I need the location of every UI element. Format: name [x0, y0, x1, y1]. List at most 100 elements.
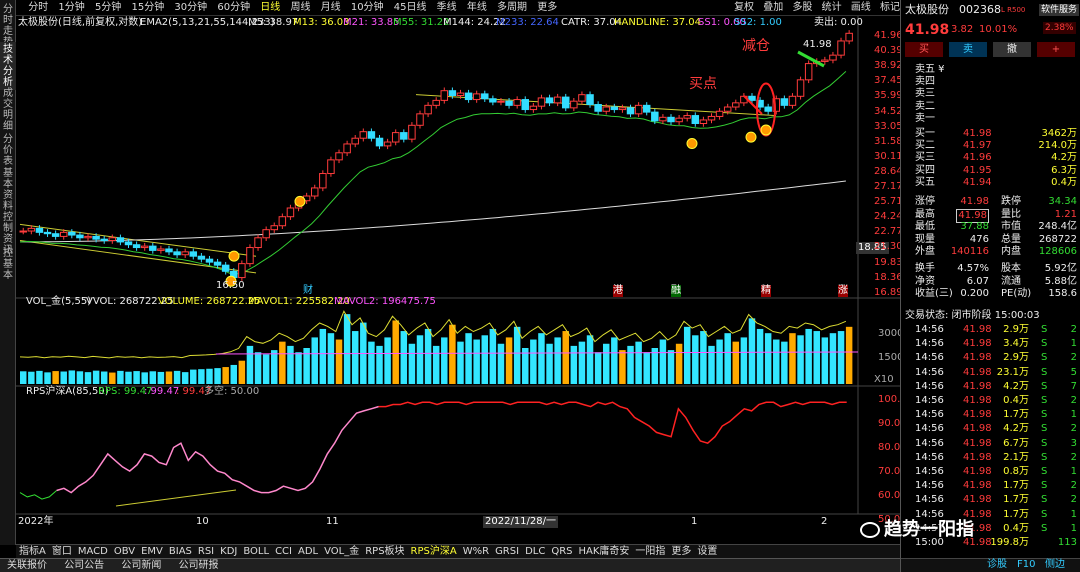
candle-body — [780, 98, 789, 106]
volume-bar — [84, 372, 92, 384]
period-tab[interactable]: 15分钟 — [132, 0, 165, 16]
candle-body — [634, 104, 643, 115]
volume-bar — [133, 371, 140, 384]
indicator-tab[interactable]: CCI — [272, 545, 295, 558]
volume-bar — [295, 352, 302, 384]
volume-bar — [708, 345, 715, 384]
indicator-tab[interactable]: W%R — [460, 545, 492, 558]
indicator-tab[interactable]: QRS — [548, 545, 575, 558]
stat-value: 0.200 — [960, 288, 989, 300]
period-tab[interactable]: 5分钟 — [95, 0, 121, 16]
f10-link[interactable]: F10 — [1017, 559, 1035, 571]
period-tab[interactable]: 多周期 — [497, 0, 527, 16]
period-tab[interactable]: 60分钟 — [217, 0, 250, 16]
sidebar-link[interactable]: 侧边 — [1045, 559, 1065, 571]
period-tab[interactable]: 1分钟 — [58, 0, 84, 16]
tab-technical[interactable]: 技术分析 — [0, 42, 16, 90]
tab-trades[interactable]: 成交明细 — [0, 86, 16, 134]
period-tab[interactable]: 年线 — [467, 0, 487, 16]
indicator-tab[interactable]: RPS沪深A — [408, 545, 460, 558]
tool-stats-button[interactable]: 统计 — [822, 0, 842, 16]
stat-value: 158.6 — [1048, 288, 1077, 300]
add-button[interactable]: + — [1037, 42, 1075, 57]
candle-body — [375, 137, 384, 147]
indicator-tab[interactable]: BOLL — [240, 545, 272, 558]
indicator-tab[interactable]: HAK庸奇安 — [576, 545, 633, 558]
tab-profile[interactable]: 基本资料 — [0, 166, 16, 214]
tick-side: S — [1041, 466, 1048, 477]
status-bar: 关联报价 公司公告 公司新闻 公司研报 — [0, 558, 900, 572]
candle-body — [238, 263, 246, 279]
tab-basic[interactable]: 控基本 — [0, 246, 16, 283]
legend-m13: M13: 36.03 — [293, 17, 350, 28]
period-tab[interactable]: 更多 — [537, 0, 557, 16]
indicator-tab[interactable]: 指标A — [16, 545, 49, 558]
indicator-tab[interactable]: 更多 — [668, 545, 694, 558]
tab-price-table[interactable]: 分价表 — [0, 132, 16, 169]
price-axis-label: 18.36 — [874, 271, 903, 283]
period-tab[interactable]: 周线 — [290, 0, 310, 16]
volume-bar — [667, 350, 675, 384]
volume-bar — [424, 328, 432, 384]
volume-bar — [351, 331, 359, 384]
sell-level: 卖三 — [901, 88, 1080, 100]
tool-adjust-button[interactable]: 复权 — [734, 0, 754, 16]
sell-level: 卖四 — [901, 76, 1080, 88]
tool-multi-button[interactable]: 多股 — [792, 0, 812, 16]
indicator-tab[interactable]: BIAS — [166, 545, 195, 558]
period-tab[interactable]: 45日线 — [394, 0, 427, 16]
volume-bar — [181, 372, 189, 384]
indicator-tab[interactable]: DLC — [522, 545, 548, 558]
sector-name[interactable]: 软件服务 — [1039, 4, 1080, 16]
period-tab-daily[interactable]: 日线 — [260, 0, 280, 16]
volume-bar — [683, 326, 691, 384]
status-link[interactable]: 关联报价 — [0, 559, 54, 572]
candle-body — [76, 234, 84, 239]
period-tab[interactable]: 月线 — [321, 0, 341, 16]
cancel-button[interactable]: 撤 — [993, 42, 1031, 57]
indicator-tab[interactable]: MACD — [75, 545, 111, 558]
stat-value: 5.88亿 — [1044, 275, 1077, 287]
indicator-tab[interactable]: GRSI — [492, 545, 522, 558]
candle-body — [529, 105, 538, 111]
tick-price: 41.98 — [963, 352, 992, 364]
indicator-tab[interactable]: KDJ — [217, 545, 240, 558]
indicator-tab[interactable]: 设置 — [694, 545, 720, 558]
tick-count: 7 — [1070, 380, 1077, 392]
period-tab[interactable]: 30分钟 — [174, 0, 207, 16]
date-label: 1 — [691, 516, 698, 527]
tool-overlay-button[interactable]: 叠加 — [763, 0, 783, 16]
indicator-tab[interactable]: RPS板块 — [362, 545, 407, 558]
sell-button[interactable]: 卖 — [949, 42, 987, 57]
price-change-pct: 10.01% — [979, 24, 1018, 35]
volume-bar — [206, 368, 213, 384]
diagnose-link[interactable]: 诊股 — [987, 559, 1007, 571]
chart-area[interactable]: 太极股份(日线,前复权,对数) EMA2(5,13,21,55,144,233)… — [16, 16, 910, 530]
status-link[interactable]: 公司公告 — [57, 559, 111, 572]
volume-bar — [465, 333, 472, 384]
sell-level: 卖一 — [901, 113, 1080, 125]
indicator-tab[interactable]: 一阳指 — [632, 545, 668, 558]
candle-body — [472, 93, 481, 101]
buy-button[interactable]: 买 — [905, 42, 943, 57]
indicator-tab[interactable]: EMV — [138, 545, 166, 558]
indicator-tab[interactable]: RSI — [195, 545, 217, 558]
tool-mark-button[interactable]: 标记 — [880, 0, 900, 16]
tick-count: 2 — [1070, 423, 1077, 435]
tick-count: 1 — [1070, 508, 1077, 520]
period-tab[interactable]: 分时 — [28, 0, 48, 16]
status-link[interactable]: 公司新闻 — [114, 559, 168, 572]
indicator-tab[interactable]: 窗口 — [49, 545, 75, 558]
tool-draw-button[interactable]: 画线 — [851, 0, 871, 16]
indicator-tab[interactable]: ADL — [295, 545, 321, 558]
stats-row: 收益(三) 0.200 PE(动) 158.6 — [901, 288, 1080, 300]
stats-row: 换手 4.57% 股本 5.92亿 — [901, 263, 1080, 275]
indicator-tab[interactable]: OBV — [111, 545, 138, 558]
volume-bar — [505, 337, 513, 384]
period-tab[interactable]: 季线 — [437, 0, 457, 16]
status-link[interactable]: 公司研报 — [172, 559, 226, 572]
tick-time: 14:56 — [915, 437, 944, 449]
indicator-tab[interactable]: VOL_金 — [321, 545, 362, 558]
period-tab[interactable]: 10分钟 — [351, 0, 384, 16]
chart-svg[interactable] — [16, 16, 900, 530]
